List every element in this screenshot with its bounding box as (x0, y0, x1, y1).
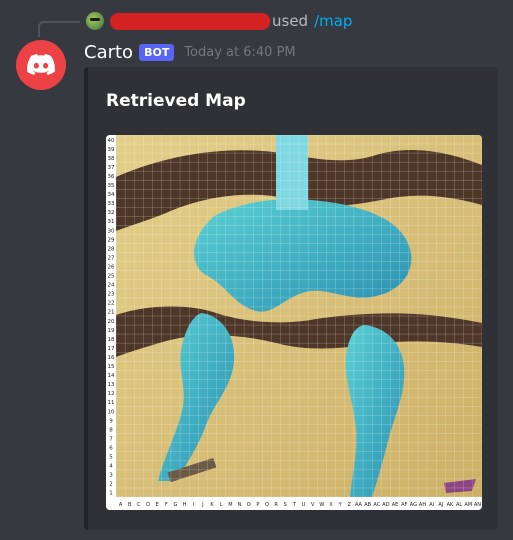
reply-used-text: used (272, 12, 309, 30)
slash-command-link[interactable]: /map (314, 12, 352, 30)
y-axis-label: 31 (108, 219, 115, 225)
y-axis-label: 16 (108, 355, 115, 361)
bot-avatar[interactable] (16, 40, 66, 90)
y-axis-label: 22 (108, 301, 115, 307)
x-axis-label: J (201, 502, 203, 508)
x-axis-label: V (311, 502, 315, 508)
y-axis-label: 5 (109, 455, 113, 461)
x-axis-label: P (256, 502, 259, 508)
x-axis-label: AD (382, 502, 389, 508)
discord-logo-icon (27, 54, 55, 75)
x-axis-label: M (228, 502, 232, 508)
x-axis-label: H (183, 502, 187, 508)
x-axis-label: F (165, 502, 168, 508)
y-axis-label: 8 (109, 427, 113, 433)
message-timestamp[interactable]: Today at 6:40 PM (184, 45, 295, 60)
y-axis-label: 2 (109, 482, 113, 488)
x-axis-label: AE (392, 502, 399, 508)
y-axis-label: 11 (108, 400, 115, 406)
x-axis-label: D (146, 502, 150, 508)
x-axis-label: W (319, 502, 324, 508)
y-axis-label: 39 (108, 147, 115, 153)
reply-reference[interactable]: used /map (86, 11, 352, 31)
y-axis-label: 15 (108, 364, 115, 370)
x-axis-label: G (174, 502, 178, 508)
battle-map-grid: 4039383736353433323130292827262524232221… (106, 135, 482, 510)
x-axis-label: AF (401, 502, 407, 508)
y-axis-label: 32 (108, 210, 115, 216)
x-axis-label: U (302, 502, 306, 508)
y-axis-label: 10 (108, 409, 115, 415)
bot-tag-badge: BOT (139, 43, 175, 61)
x-axis-label: C (137, 502, 141, 508)
x-axis-label: B (128, 502, 132, 508)
x-axis-label: AC (373, 502, 380, 508)
y-axis-label: 36 (108, 174, 115, 180)
y-axis-label: 24 (108, 283, 115, 289)
y-axis-label: 12 (108, 391, 115, 397)
y-axis-label: 9 (109, 418, 113, 424)
embed-title: Retrieved Map (106, 91, 246, 111)
bot-username[interactable]: Carto (84, 42, 133, 63)
x-axis-label: L (220, 502, 223, 508)
x-axis-label: AG (410, 502, 417, 508)
x-axis-label: R (274, 502, 278, 508)
x-axis-label: AL (456, 502, 462, 508)
y-axis-label: 13 (108, 382, 115, 388)
y-axis-label: 20 (108, 319, 115, 325)
y-axis-label: 3 (109, 473, 113, 479)
x-axis-label: AA (355, 502, 363, 508)
y-axis-label: 35 (108, 183, 115, 189)
map-image[interactable]: 40 39 38 37 36 35 34 33 32 31 30 29 28 27 26 25 24 23 22 21… (106, 135, 482, 510)
y-axis-label: 18 (108, 337, 115, 343)
y-axis-label: 23 (108, 292, 115, 298)
y-axis-label: 28 (108, 246, 115, 252)
message-header: Carto BOT Today at 6:40 PM (84, 40, 296, 64)
y-axis-label: 19 (108, 328, 115, 334)
x-axis-label: AK (447, 502, 454, 508)
y-axis-label: 6 (109, 445, 113, 451)
x-axis-label: S (284, 502, 287, 508)
y-axis-label: 33 (108, 201, 115, 207)
x-axis-label: AN (474, 502, 481, 508)
x-axis-label: E (156, 502, 159, 508)
y-axis-label: 21 (108, 310, 115, 316)
x-axis-label: Q (265, 502, 269, 508)
y-axis-label: 4 (109, 464, 113, 470)
x-axis-label: AB (364, 502, 371, 508)
y-axis-label: 34 (108, 192, 115, 198)
y-axis-label: 40 (108, 138, 115, 144)
y-axis-label: 26 (108, 264, 115, 270)
message-embed: Retrieved Map 40 39 38 37 36 35 34 33 32… (84, 67, 498, 530)
x-axis-label: I (193, 502, 194, 508)
x-axis-label: AH (419, 502, 426, 508)
x-axis-label: X (329, 502, 333, 508)
y-axis-label: 17 (108, 346, 115, 352)
redacted-username (110, 12, 270, 30)
y-axis-label: 25 (108, 274, 115, 280)
x-axis-label: AM (464, 502, 472, 508)
y-axis-label: 14 (108, 373, 115, 379)
x-axis-label: N (238, 502, 242, 508)
x-axis-label: A (119, 502, 123, 508)
x-axis-label: AJ (438, 502, 443, 508)
y-axis-label: 1 (109, 491, 113, 497)
reply-connector-line (38, 21, 80, 37)
x-axis-label: AI (429, 502, 434, 508)
map-grid-lines (115, 135, 482, 498)
y-axis-label: 37 (108, 165, 115, 171)
y-axis-label: 29 (108, 237, 115, 243)
y-axis-label: 7 (109, 436, 113, 442)
y-axis-label: 38 (108, 156, 115, 162)
replied-user-avatar[interactable] (86, 12, 104, 30)
x-axis-label: O (247, 502, 251, 508)
y-axis-label: 27 (108, 255, 115, 261)
x-axis-label: Z (348, 502, 352, 508)
y-axis-label: 30 (108, 228, 115, 234)
